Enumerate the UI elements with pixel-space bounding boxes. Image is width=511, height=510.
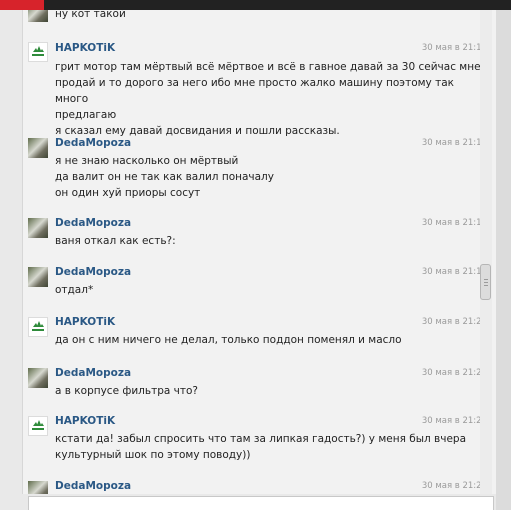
photo-avatar[interactable] [28,218,48,238]
message-text: я не знаю насколько он мёртвый да валит … [55,155,274,199]
message-time[interactable]: 30 мая в 21:20 [422,368,487,378]
photo-avatar[interactable] [28,138,48,158]
author-name[interactable]: DedaMopoza [55,480,131,492]
grip-line [484,279,488,280]
author-name[interactable]: DedaMopoza [55,367,131,379]
adidas-icon [32,420,44,430]
message-time[interactable]: 30 мая в 21:22 [422,481,487,491]
author-name[interactable]: HAPKOTiK [55,316,115,328]
message-text: ваня откал как есть?: [55,235,176,247]
message-time[interactable]: 30 мая в 21:19 [422,138,487,148]
message-time[interactable]: 30 мая в 21:21 [422,416,487,426]
message-text: отдал* [55,284,94,296]
grip-line [484,282,488,283]
message-text: а в корпусе фильтра что? [55,385,198,397]
message-time[interactable]: 30 мая в 21:20 [422,317,487,327]
author-name[interactable]: DedaMopoza [55,266,131,278]
adidas-icon [32,321,44,331]
message-text: кстати да! забыл спросить что там за лип… [55,433,466,461]
top-bar [0,0,511,10]
adidas-logo[interactable] [28,416,48,436]
message-input[interactable] [28,496,494,510]
message-text: да он с ним ничего не делал, только подд… [55,334,402,346]
top-bar-edge [496,0,511,10]
active-tab-indicator [0,0,44,10]
photo-avatar[interactable] [28,481,48,494]
chat-scrollbar[interactable] [480,10,492,494]
photo-avatar[interactable] [28,267,48,287]
author-name[interactable]: HAPKOTiK [55,42,115,54]
author-name[interactable]: DedaMopoza [55,217,131,229]
scrollbar-thumb[interactable] [480,264,491,300]
photo-avatar[interactable] [28,10,48,22]
adidas-logo[interactable] [28,42,48,62]
grip-line [484,285,488,286]
adidas-icon [32,46,44,56]
chat-history[interactable]: ну кот такой HAPKOTiK 30 мая в 21:17 гри… [22,10,497,494]
author-name[interactable]: DedaMopoza [55,137,131,149]
window-right-edge [496,0,511,510]
author-name[interactable]: HAPKOTiK [55,415,115,427]
message-time[interactable]: 30 мая в 21:19 [422,267,487,277]
photo-avatar[interactable] [28,368,48,388]
message-text: грит мотор там мёртвый всё мёртвое и всё… [55,61,481,137]
message-time[interactable]: 30 мая в 21:17 [422,43,487,53]
message-time[interactable]: 30 мая в 21:19 [422,218,487,228]
adidas-logo[interactable] [28,317,48,337]
message-text: ну кот такой [55,10,126,20]
